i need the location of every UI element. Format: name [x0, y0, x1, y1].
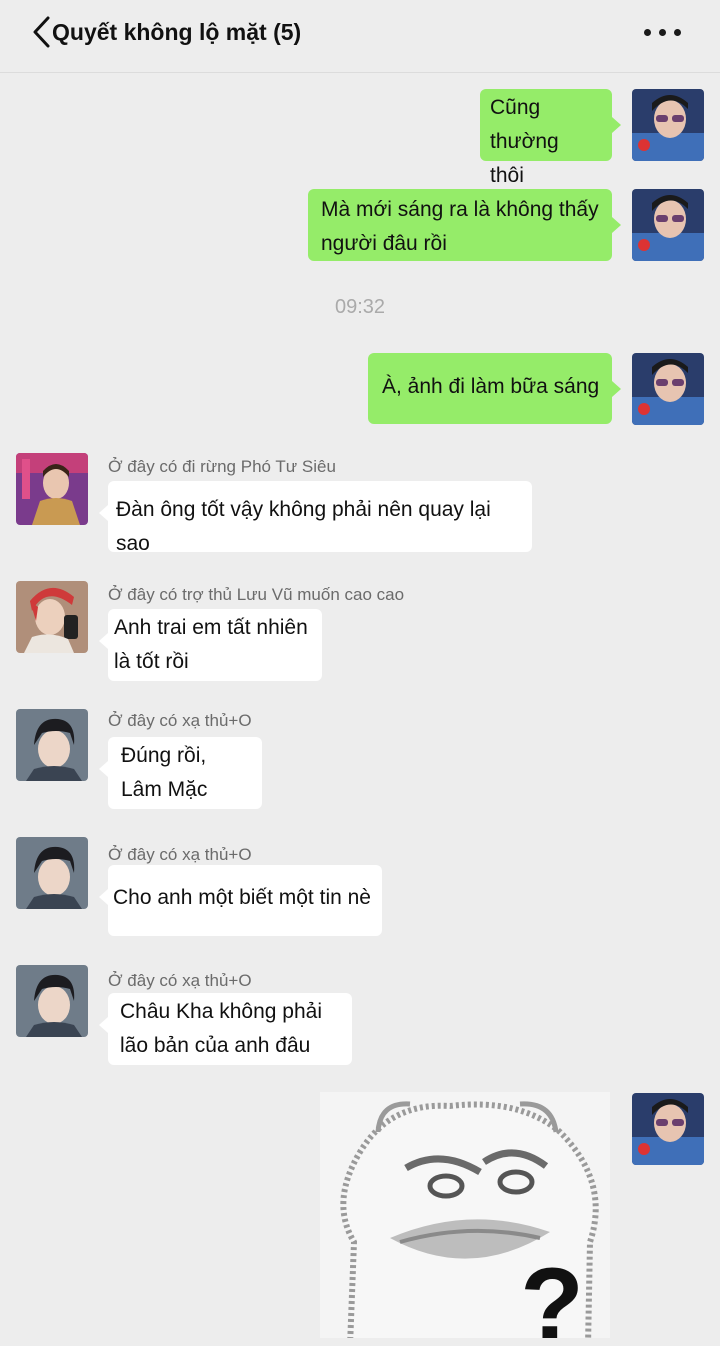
- sender-name: Ở đây có xạ thủ+O: [108, 711, 252, 730]
- avatar-self[interactable]: [632, 353, 704, 425]
- bubble-tail: [99, 1017, 108, 1033]
- message-line: người đâu rồi: [321, 232, 447, 255]
- message-line: À, ảnh đi làm bữa sáng: [382, 375, 600, 398]
- chat-header: Quyết không lộ mặt (5): [0, 0, 720, 73]
- message-line: lão bản của anh đâu: [120, 1034, 311, 1057]
- message-line: Đàn ông tốt vậy không phải nên quay lại …: [116, 498, 491, 555]
- message-line: Anh trai em tất nhiên: [114, 616, 308, 639]
- message-bubble-outgoing[interactable]: À, ảnh đi làm bữa sáng: [368, 353, 612, 424]
- avatar-self[interactable]: [632, 189, 704, 261]
- message-bubble-incoming[interactable]: Anh trai em tất nhiên là tốt rồi: [108, 609, 322, 681]
- message-line: Đúng rồi,: [121, 744, 207, 767]
- message-bubble-incoming[interactable]: Đúng rồi, Lâm Mặc: [108, 737, 262, 809]
- avatar-member[interactable]: [16, 837, 88, 909]
- message-bubble-incoming[interactable]: Đàn ông tốt vậy không phải nên quay lại …: [108, 481, 532, 555]
- bubble-tail: [612, 117, 621, 133]
- bubble-tail: [612, 381, 621, 397]
- message-bubble-incoming[interactable]: Cho anh một biết một tin nè: [108, 865, 382, 936]
- bubble-tail: [99, 633, 108, 649]
- message-line: Châu Kha không phải: [120, 1000, 322, 1023]
- bubble-tail: [99, 889, 108, 905]
- sender-name: Ở đây có trợ thủ Lưu Vũ muốn cao cao: [108, 585, 405, 604]
- avatar-member[interactable]: [16, 709, 88, 781]
- avatar-member[interactable]: [16, 965, 88, 1037]
- message-bubble-outgoing[interactable]: Cũng thường thôi: [480, 89, 612, 187]
- sender-name: Ở đây có xạ thủ+O: [108, 971, 252, 990]
- message-line: Cho anh một biết một tin nè: [113, 886, 371, 909]
- question-mark-glyph: ?: [520, 1247, 584, 1346]
- avatar-self[interactable]: [632, 89, 704, 161]
- message-line: là tốt rồi: [114, 650, 189, 673]
- chat-title: Quyết không lộ mặt (5): [52, 19, 302, 45]
- message-line: thôi: [490, 164, 524, 187]
- bubble-tail: [99, 761, 108, 777]
- bubble-tail: [99, 505, 108, 521]
- message-line: Lâm Mặc: [121, 778, 208, 801]
- bubble-tail: [612, 217, 621, 233]
- confused-face-sticker[interactable]: ?: [320, 1092, 610, 1346]
- message-bubble-incoming[interactable]: Châu Kha không phải lão bản của anh đâu: [108, 993, 352, 1065]
- sender-name: Ở đây có đi rừng Phó Tư Siêu: [108, 457, 336, 476]
- avatar-member[interactable]: [16, 581, 88, 653]
- chat-timestamp: 09:32: [334, 296, 386, 318]
- message-line: Mà mới sáng ra là không thấy: [321, 198, 599, 221]
- divider: [0, 1338, 720, 1346]
- avatar-self[interactable]: [632, 1093, 704, 1165]
- more-horizontal-icon[interactable]: [642, 18, 684, 46]
- message-bubble-outgoing[interactable]: Mà mới sáng ra là không thấy người đâu r…: [308, 189, 612, 261]
- avatar-member[interactable]: [16, 453, 88, 525]
- message-line: Cũng thường: [490, 96, 559, 153]
- sender-name: Ở đây có xạ thủ+O: [108, 845, 252, 864]
